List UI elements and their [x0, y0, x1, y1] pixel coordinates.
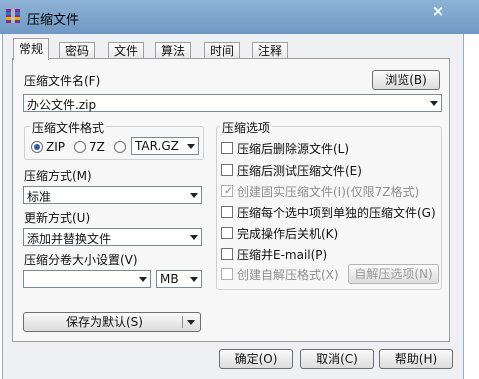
format-label-zip[interactable]: ZIP: [46, 140, 65, 154]
sfx-options-button: 自解压选项(N): [348, 264, 439, 284]
email-checkbox[interactable]: [221, 248, 233, 260]
chevron-down-icon[interactable]: [190, 235, 198, 240]
solid-archive-checkbox: ✓: [221, 184, 234, 197]
save-default-button[interactable]: 保存为默认(S): [23, 312, 201, 332]
update-label: 更新方式(U): [24, 211, 91, 225]
checkmark-icon: ✓: [224, 184, 234, 197]
split-label: 压缩分卷大小设置(V): [24, 253, 138, 267]
cancel-button[interactable]: 取消(C): [300, 349, 374, 369]
archive-app-icon: [5, 8, 21, 24]
email-label[interactable]: 压缩并E-mail(P): [237, 246, 327, 263]
tab-general[interactable]: 常规: [13, 38, 50, 60]
chevron-down-icon[interactable]: [187, 320, 195, 325]
chevron-down-icon[interactable]: [190, 193, 198, 198]
format-radio-zip[interactable]: [31, 141, 43, 153]
split-unit-select[interactable]: MB: [156, 270, 202, 288]
chevron-down-icon[interactable]: [139, 277, 147, 282]
update-select[interactable]: 添加并替换文件: [23, 228, 202, 246]
format-label-targz: TAR.GZ: [135, 139, 179, 153]
separate-archives-label[interactable]: 压缩每个选中项到单独的压缩文件(G): [237, 204, 436, 221]
solid-archive-label: 创建固实压缩文件(I)(仅限7Z格式): [237, 185, 420, 199]
help-button[interactable]: 帮助(H): [379, 349, 453, 369]
shutdown-label[interactable]: 完成操作后关机(K): [237, 225, 338, 242]
chevron-down-icon[interactable]: [187, 144, 195, 149]
format-radio-7z[interactable]: [74, 141, 86, 153]
archive-name-combo[interactable]: 办公文件.zip: [23, 94, 442, 112]
method-value: 标准: [27, 190, 52, 204]
chevron-down-icon[interactable]: [430, 101, 438, 106]
sfx-label: 创建自解压格式(X): [237, 268, 339, 282]
method-label: 压缩方式(M): [24, 169, 92, 183]
browse-button[interactable]: 浏览(B): [372, 70, 440, 90]
split-unit-value: MB: [160, 272, 179, 286]
delete-source-label[interactable]: 压缩后删除源文件(L): [237, 140, 349, 157]
sfx-checkbox: [221, 268, 233, 280]
archive-name-label: 压缩文件名(F): [24, 74, 101, 88]
close-icon[interactable]: ×: [426, 2, 450, 20]
split-size-combo[interactable]: [23, 270, 151, 288]
format-targz-combo[interactable]: TAR.GZ: [131, 137, 199, 155]
format-label-7z[interactable]: 7Z: [89, 140, 105, 154]
chevron-down-icon[interactable]: [190, 277, 198, 282]
format-radio-targz[interactable]: [114, 141, 126, 153]
test-archive-label[interactable]: 压缩后测试压缩文件(E): [237, 162, 362, 179]
shutdown-checkbox[interactable]: [221, 227, 233, 239]
method-select[interactable]: 标准: [23, 186, 202, 204]
separate-archives-checkbox[interactable]: [221, 206, 233, 218]
window-title: 压缩文件: [27, 13, 80, 28]
options-group-title: 压缩选项: [220, 119, 273, 136]
test-archive-checkbox[interactable]: [221, 164, 233, 176]
ok-button[interactable]: 确定(O): [219, 349, 293, 369]
save-default-label: 保存为默认(S): [66, 315, 143, 329]
split-button-divider: [182, 316, 183, 328]
update-value: 添加并替换文件: [27, 232, 112, 246]
radio-selected-dot: [34, 144, 40, 150]
delete-source-checkbox[interactable]: [221, 142, 233, 154]
archive-name-value: 办公文件.zip: [27, 98, 97, 112]
format-group-title: 压缩文件格式: [30, 119, 107, 136]
title-bar: 压缩文件 ×: [0, 0, 479, 34]
